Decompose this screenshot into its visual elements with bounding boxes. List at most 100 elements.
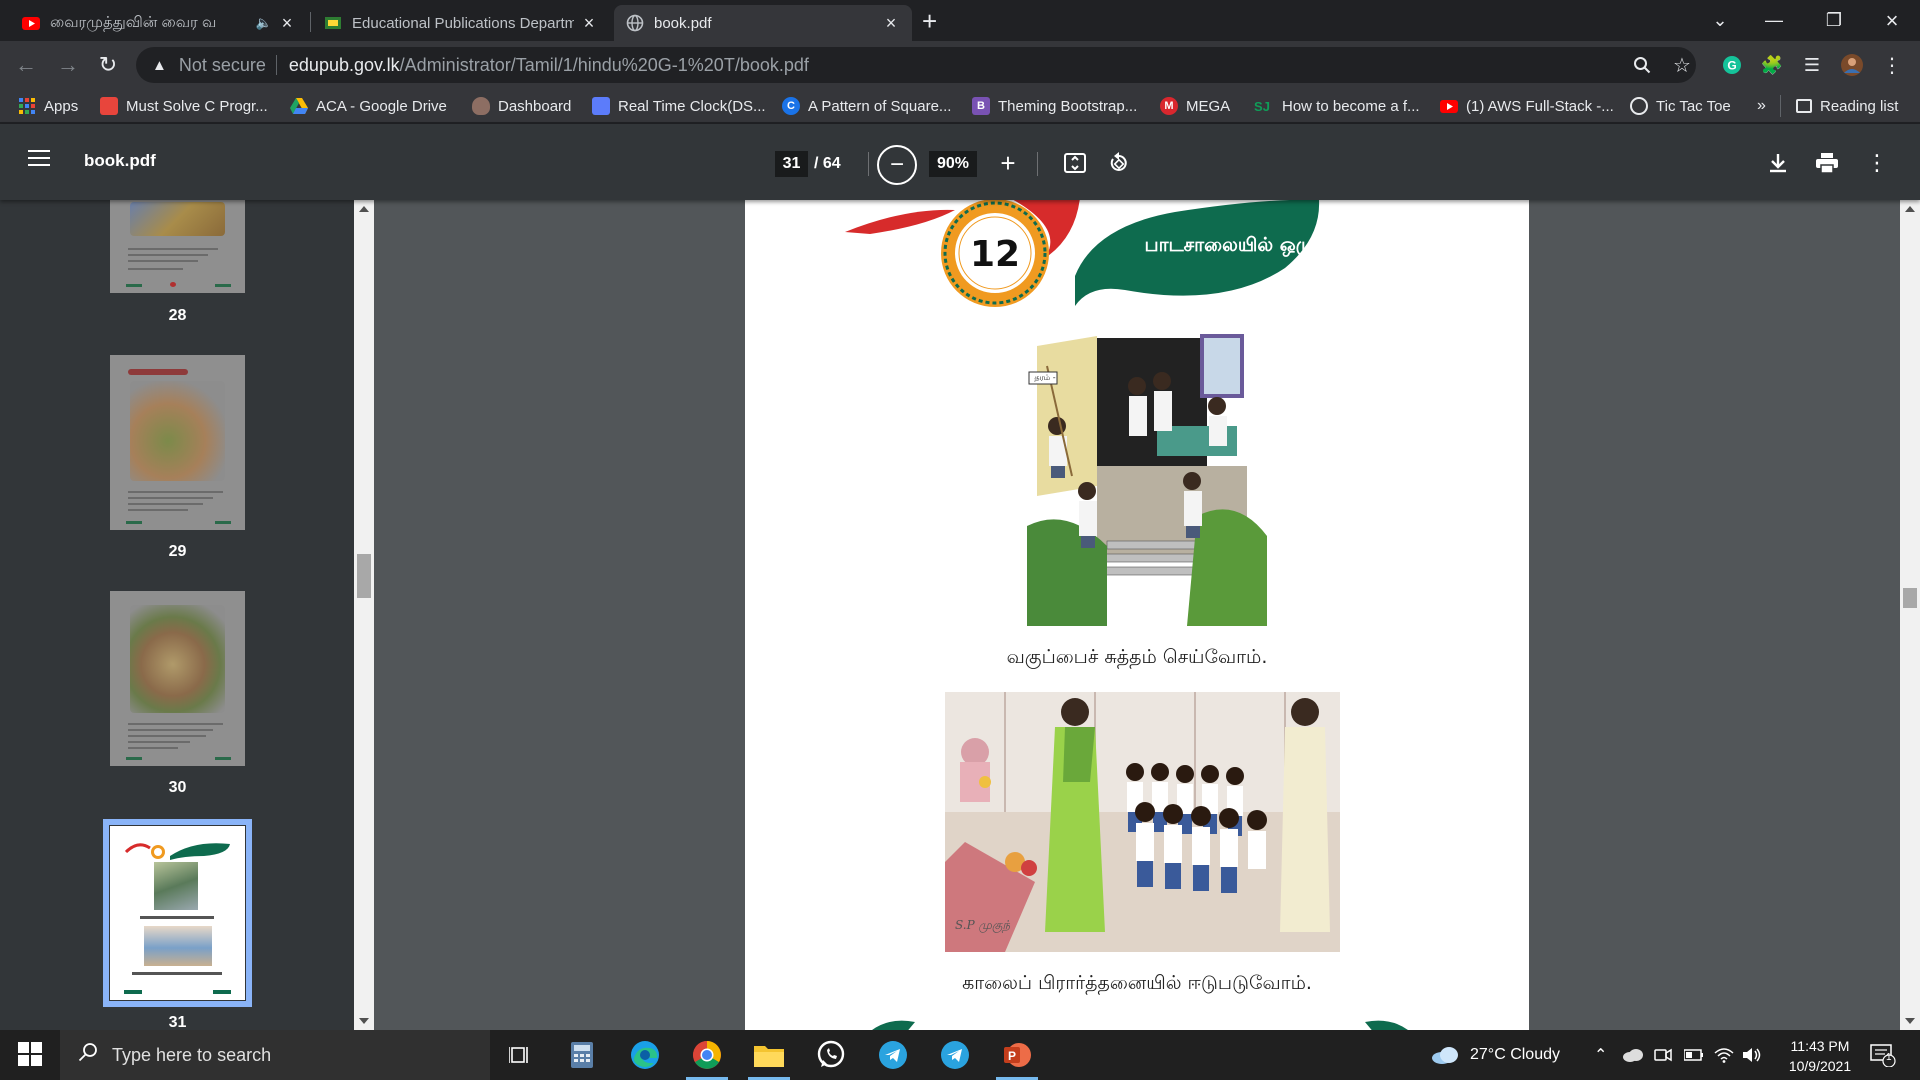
bookmark-theming-bootstrap[interactable]: B Theming Bootstrap... — [972, 95, 1137, 117]
pdf-toolbar: book.pdf 31 / 64 − 90% + ⋮ — [0, 124, 1920, 200]
windows-start-icon[interactable] — [10, 1042, 50, 1068]
scroll-up-icon[interactable] — [359, 206, 369, 212]
bookmark-aca-drive[interactable]: ACA - Google Drive — [290, 95, 447, 117]
powerpoint-icon[interactable]: P — [988, 1030, 1046, 1080]
bookmark-label: Must Solve C Progr... — [126, 97, 268, 115]
bookmarks-bar: Apps Must Solve C Progr... ACA - Google … — [0, 89, 1920, 123]
meet-now-icon[interactable] — [1654, 1030, 1672, 1080]
system-clock[interactable]: 11:43 PM 10/9/2021 — [1770, 1036, 1870, 1076]
tab-book-pdf[interactable]: book.pdf × — [614, 5, 912, 41]
telegram-icon[interactable] — [864, 1030, 922, 1080]
restore-icon[interactable]: ❐ — [1806, 0, 1862, 41]
mega-icon: M — [1160, 97, 1178, 115]
zoom-out-button[interactable]: − — [877, 145, 917, 185]
close-window-icon[interactable]: × — [1864, 0, 1920, 41]
pdf-title: book.pdf — [84, 151, 156, 170]
volume-icon[interactable] — [1742, 1030, 1762, 1080]
edupub-favicon-icon — [324, 14, 342, 32]
chrome-taskbar-icon[interactable] — [678, 1030, 736, 1080]
bookmark-label: Theming Bootstrap... — [998, 97, 1138, 115]
dashboard-icon — [472, 97, 490, 115]
fit-to-page-icon[interactable] — [1060, 148, 1090, 178]
scroll-up-icon[interactable] — [1905, 206, 1915, 212]
bookmark-dashboard[interactable]: Dashboard — [472, 95, 571, 117]
bookmark-mega[interactable]: M MEGA — [1160, 95, 1230, 117]
bookmark-label: Tic Tac Toe — [1656, 97, 1731, 115]
thumbnail-page-29[interactable] — [110, 355, 245, 530]
thumbnail-page-30[interactable] — [110, 591, 245, 766]
scroll-down-icon[interactable] — [359, 1018, 369, 1024]
edge-icon[interactable] — [616, 1030, 674, 1080]
minimize-icon[interactable]: — — [1746, 0, 1802, 41]
bookmark-aws[interactable]: (1) AWS Full-Stack -... — [1440, 95, 1614, 117]
bookmark-real-time-clock[interactable]: Real Time Clock(DS... — [592, 95, 766, 117]
tab-search-icon[interactable]: ⌄ — [1692, 0, 1748, 41]
reading-list-button[interactable]: Reading list — [1796, 95, 1898, 117]
document-scrollbar[interactable] — [1900, 200, 1920, 1030]
close-tab-icon[interactable]: × — [882, 13, 900, 34]
weather-widget[interactable]: 27°C Cloudy — [1430, 1030, 1560, 1080]
zoom-search-icon[interactable] — [1624, 47, 1660, 83]
bookmark-star-icon[interactable]: ☆ — [1664, 47, 1700, 83]
tab-title: வைரமுத்துவின் வைர வ — [50, 13, 217, 31]
download-icon[interactable] — [1763, 148, 1793, 178]
bookmark-must-solve[interactable]: Must Solve C Progr... — [100, 95, 268, 117]
telegram-desktop-icon[interactable] — [926, 1030, 984, 1080]
bookmark-apps[interactable]: Apps — [18, 95, 78, 117]
scrollbar-thumb[interactable] — [1903, 588, 1917, 608]
close-tab-icon[interactable]: × — [580, 13, 598, 34]
scrollbar-thumb[interactable] — [357, 554, 371, 598]
new-tab-button[interactable]: + — [922, 8, 937, 34]
reload-icon[interactable]: ↻ — [92, 49, 124, 81]
close-tab-icon[interactable]: × — [278, 13, 296, 34]
taskbar-search-box[interactable]: Type here to search — [60, 1030, 490, 1080]
bookmark-pattern-square[interactable]: C A Pattern of Square... — [782, 95, 951, 117]
onedrive-icon[interactable] — [1622, 1030, 1644, 1080]
back-icon[interactable]: ← — [10, 49, 42, 81]
reading-list-label: Reading list — [1820, 97, 1899, 115]
sidebar-menu-icon[interactable] — [28, 150, 50, 168]
wifi-icon[interactable] — [1714, 1030, 1734, 1080]
tab-edupub[interactable]: Educational Publications Departm × — [312, 5, 610, 41]
warning-icon[interactable]: ▲ — [152, 57, 167, 74]
windows-taskbar: Type here to search P 27°C Cloudy ⌃ 11:4… — [0, 1030, 1920, 1080]
profile-avatar-icon[interactable] — [1834, 47, 1870, 83]
document-viewer[interactable]: 12 பாடசாலையில் ஒழுக்கம் தரம் - வகுப்பைச்… — [374, 200, 1900, 1030]
lesson-number: 12 — [969, 234, 1021, 275]
chrome-menu-icon[interactable]: ⋮ — [1874, 47, 1910, 83]
task-view-icon[interactable] — [491, 1030, 549, 1080]
search-icon — [78, 1042, 98, 1068]
print-icon[interactable] — [1812, 148, 1842, 178]
rotate-icon[interactable] — [1104, 148, 1134, 178]
bookmark-tic-tac-toe[interactable]: Tic Tac Toe — [1630, 95, 1731, 117]
show-hidden-icons-icon[interactable]: ⌃ — [1594, 1030, 1607, 1080]
svg-text:P: P — [1008, 1049, 1016, 1063]
bookmark-how-to-become[interactable]: SJ How to become a f... — [1250, 95, 1420, 117]
calculator-icon[interactable] — [553, 1030, 611, 1080]
more-actions-icon[interactable]: ⋮ — [1862, 148, 1892, 178]
battery-icon[interactable] — [1684, 1030, 1704, 1080]
speaker-icon[interactable]: 🔈 — [256, 15, 272, 31]
grammarly-icon[interactable]: G — [1714, 47, 1750, 83]
file-explorer-icon[interactable] — [740, 1030, 798, 1080]
whatsapp-icon[interactable] — [802, 1030, 860, 1080]
scroll-down-icon[interactable] — [1905, 1018, 1915, 1024]
notification-center-icon[interactable]: 1 — [1870, 1030, 1896, 1080]
lesson-title: பாடசாலையில் ஒழுக்கம் — [1144, 234, 1356, 256]
thumbnail-page-31[interactable] — [103, 819, 252, 1007]
page-number-input[interactable]: 31 — [775, 151, 808, 177]
caption-cleaning: வகுப்பைச் சுத்தம் செய்வோம். — [1006, 646, 1268, 668]
address-bar[interactable]: ▲ Not secure edupub.gov.lk/Administrator… — [136, 47, 1696, 83]
tab-youtube[interactable]: வைரமுத்துவின் வைர வ 🔈 × — [10, 5, 308, 41]
thumbnail-page-28[interactable] — [110, 200, 245, 293]
bookmarks-overflow-icon[interactable]: » — [1757, 95, 1766, 117]
forward-icon[interactable]: → — [52, 49, 84, 81]
zoom-in-button[interactable]: + — [993, 148, 1023, 178]
extensions-puzzle-icon[interactable]: 🧩 — [1754, 47, 1790, 83]
bookmark-favicon — [100, 97, 118, 115]
thumbnail-label: 30 — [168, 779, 187, 796]
globe-icon — [626, 14, 644, 32]
media-control-icon[interactable]: ☰ — [1794, 47, 1830, 83]
zoom-level-input[interactable]: 90% — [929, 151, 977, 177]
sidebar-scrollbar[interactable] — [354, 200, 374, 1030]
